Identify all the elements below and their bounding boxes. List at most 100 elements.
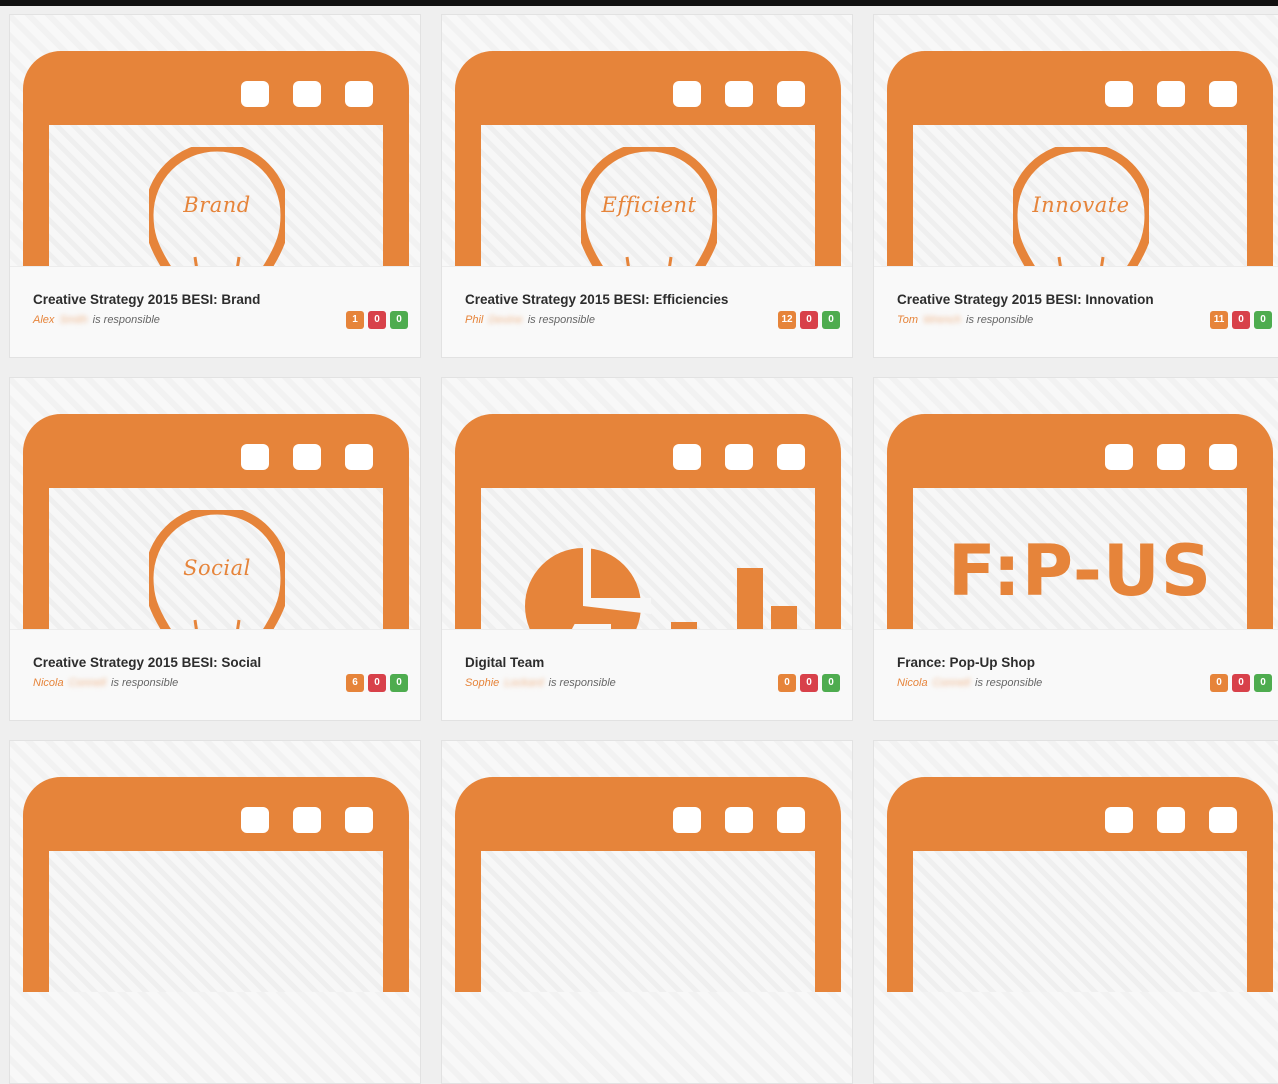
- browser-window-icon: Innovate: [887, 51, 1273, 266]
- responsible-line: Nicola Connell is responsible: [33, 677, 178, 689]
- overdue-count-badge: 0: [368, 311, 386, 329]
- project-card[interactable]: F:P-US France: Pop-Up Shop Nicola Connell …: [873, 377, 1278, 721]
- open-count-badge: 6: [346, 674, 364, 692]
- window-dot: [293, 81, 321, 107]
- lightbulb-label: Brand: [183, 193, 251, 217]
- project-thumbnail[interactable]: [874, 741, 1278, 992]
- window-dot: [725, 81, 753, 107]
- project-card[interactable]: Digital Team Sophie Lockard is responsibl…: [441, 377, 853, 721]
- window-dot: [673, 81, 701, 107]
- project-thumbnail[interactable]: [442, 741, 852, 992]
- open-count-badge: 12: [778, 311, 796, 329]
- project-title[interactable]: Creative Strategy 2015 BESI: Social: [33, 655, 261, 670]
- status-badges: 12 0 0: [778, 311, 840, 329]
- window-dot: [1157, 444, 1185, 470]
- responsible-last-name: Lockard: [504, 677, 544, 689]
- responsible-last-name: Connell: [68, 677, 106, 689]
- overdue-count-badge: 0: [800, 674, 818, 692]
- window-dot: [673, 444, 701, 470]
- window-dot: [345, 81, 373, 107]
- responsible-first-name[interactable]: Nicola: [33, 677, 64, 689]
- project-card[interactable]: [441, 740, 853, 1084]
- window-dot: [777, 444, 805, 470]
- project-thumbnail[interactable]: Innovate: [874, 15, 1278, 266]
- window-dot: [777, 807, 805, 833]
- project-info: Digital Team Sophie Lockard is responsibl…: [442, 629, 852, 720]
- browser-window-icon: F:P-US: [887, 414, 1273, 629]
- project-title[interactable]: Creative Strategy 2015 BESI: Innovation: [897, 292, 1154, 307]
- lightbulb-label: Social: [183, 556, 251, 580]
- project-acronym: F:P-US: [947, 530, 1213, 612]
- responsible-last-name: Wrench: [923, 314, 961, 326]
- done-count-badge: 0: [390, 311, 408, 329]
- done-count-badge: 0: [1254, 311, 1272, 329]
- status-badges: 600: [346, 674, 408, 692]
- status-badges: 000: [1210, 674, 1272, 692]
- lightbulb-label: Efficient: [601, 193, 697, 217]
- project-thumbnail[interactable]: F:P-US: [874, 378, 1278, 629]
- lightbulb-label: Innovate: [1032, 193, 1130, 217]
- project-card[interactable]: [9, 740, 421, 1084]
- project-thumbnail[interactable]: Social: [10, 378, 420, 629]
- responsible-suffix: is responsible: [975, 677, 1043, 689]
- responsible-line: Phil Devine is responsible: [465, 314, 595, 326]
- browser-screen: Innovate: [913, 125, 1247, 266]
- project-info: Creative Strategy 2015 BESI: Innovation T…: [874, 266, 1278, 357]
- window-dot: [1105, 81, 1133, 107]
- browser-window-icon: [455, 414, 841, 629]
- window-dot: [1157, 807, 1185, 833]
- responsible-first-name[interactable]: Phil: [465, 314, 483, 326]
- done-count-badge: 0: [390, 674, 408, 692]
- project-title[interactable]: Creative Strategy 2015 BESI: Efficiencie…: [465, 292, 728, 307]
- open-count-badge: 1: [346, 311, 364, 329]
- done-count-badge: 0: [822, 674, 840, 692]
- analytics-chart-icon: [525, 543, 797, 629]
- window-dot: [241, 81, 269, 107]
- responsible-line: Tom Wrench is responsible: [897, 314, 1033, 326]
- window-dot: [293, 807, 321, 833]
- open-count-badge: 11: [1210, 311, 1228, 329]
- status-badges: 000: [778, 674, 840, 692]
- responsible-first-name[interactable]: Alex: [33, 314, 54, 326]
- project-title[interactable]: France: Pop-Up Shop: [897, 655, 1035, 670]
- responsible-first-name[interactable]: Sophie: [465, 677, 499, 689]
- browser-window-icon: Social: [23, 414, 409, 629]
- overdue-count-badge: 0: [1232, 311, 1250, 329]
- responsible-suffix: is responsible: [548, 677, 616, 689]
- responsible-first-name[interactable]: Tom: [897, 314, 918, 326]
- browser-screen: Social: [49, 488, 383, 629]
- window-dot: [673, 807, 701, 833]
- project-thumbnail[interactable]: Efficient: [442, 15, 852, 266]
- responsible-line: Alex Smith is responsible: [33, 314, 160, 326]
- responsible-suffix: is responsible: [92, 314, 160, 326]
- browser-screen: [49, 851, 383, 992]
- window-dot: [725, 444, 753, 470]
- window-dot: [345, 807, 373, 833]
- browser-window-icon: [23, 777, 409, 992]
- project-thumbnail[interactable]: Brand: [10, 15, 420, 266]
- browser-screen: [481, 488, 815, 629]
- project-thumbnail[interactable]: [10, 741, 420, 992]
- responsible-first-name[interactable]: Nicola: [897, 677, 928, 689]
- overdue-count-badge: 0: [1232, 674, 1250, 692]
- browser-window-icon: Efficient: [455, 51, 841, 266]
- window-dot: [293, 444, 321, 470]
- responsible-last-name: Smith: [59, 314, 88, 326]
- project-title[interactable]: Digital Team: [465, 655, 544, 670]
- project-card[interactable]: Social Creative Strategy 2015 BESI: Socia…: [9, 377, 421, 721]
- window-dot: [1105, 444, 1133, 470]
- open-count-badge: 0: [1210, 674, 1228, 692]
- project-thumbnail[interactable]: [442, 378, 852, 629]
- browser-screen: F:P-US: [913, 488, 1247, 629]
- responsible-suffix: is responsible: [527, 314, 595, 326]
- project-card[interactable]: Efficient Creative Strategy 2015 BESI: Ef…: [441, 14, 853, 358]
- responsible-suffix: is responsible: [111, 677, 179, 689]
- project-card[interactable]: Innovate Creative Strategy 2015 BESI: Inn…: [873, 14, 1278, 358]
- project-card[interactable]: Brand Creative Strategy 2015 BESI: Brand A…: [9, 14, 421, 358]
- project-card[interactable]: [873, 740, 1278, 1084]
- project-title[interactable]: Creative Strategy 2015 BESI: Brand: [33, 292, 260, 307]
- window-dot: [725, 807, 753, 833]
- browser-window-icon: Brand: [23, 51, 409, 266]
- browser-window-icon: [887, 777, 1273, 992]
- responsible-suffix: is responsible: [966, 314, 1034, 326]
